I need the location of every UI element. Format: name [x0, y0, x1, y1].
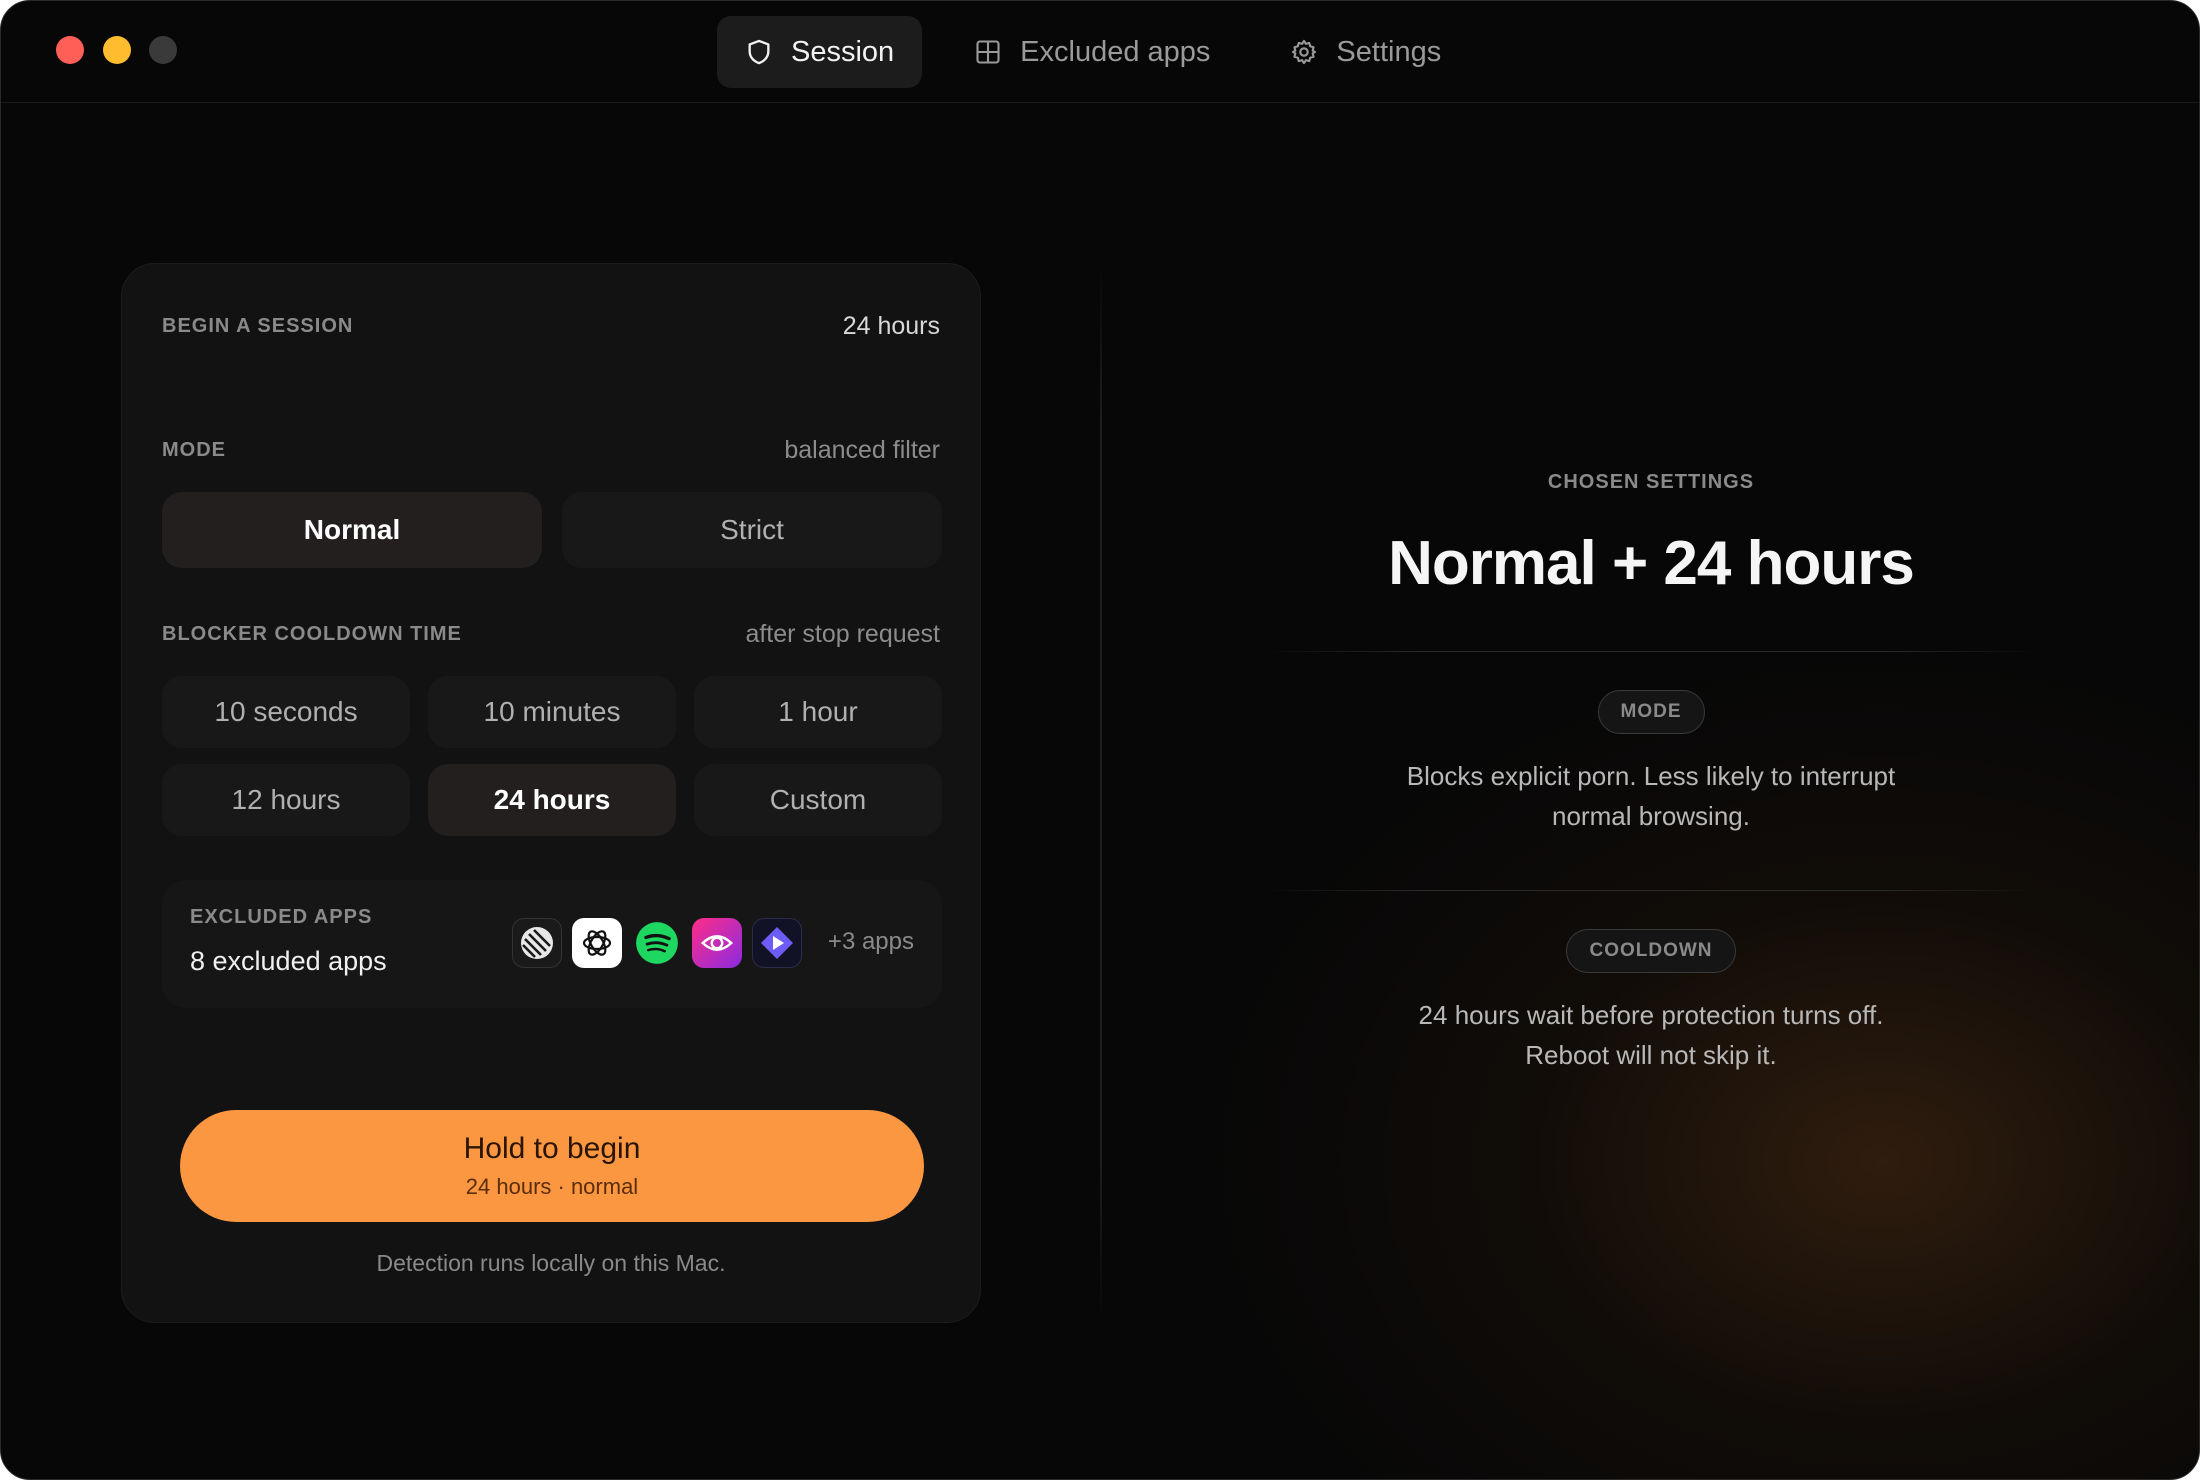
excluded-apps-label: EXCLUDED APPS: [190, 906, 373, 928]
mode-header: MODE balanced filter: [162, 436, 940, 465]
gear-icon: [1292, 39, 1317, 65]
privacy-footnote: Detection runs locally on this Mac.: [376, 1250, 726, 1276]
cooldown-description: 24 hours wait before protection turns of…: [1418, 1000, 1884, 1070]
chatgpt-app-icon: [572, 918, 622, 968]
hold-button-sublabel: 24 hours · normal: [465, 1174, 639, 1199]
eye-app-icon: [692, 918, 742, 968]
cooldown-1-hour-button[interactable]: 1 hour: [694, 676, 942, 748]
mode-pill: MODE: [1597, 690, 1705, 734]
tab-excluded-apps[interactable]: Excluded apps: [946, 16, 1238, 88]
cooldown-header: BLOCKER COOLDOWN TIME after stop request: [162, 620, 940, 649]
tab-label: Session: [791, 35, 895, 68]
cooldown-label: BLOCKER COOLDOWN TIME: [162, 623, 462, 645]
linear-app-icon: [512, 918, 562, 968]
cooldown-10-minutes-button[interactable]: 10 minutes: [428, 676, 676, 748]
mode-hint: balanced filter: [784, 436, 940, 464]
session-duration: 24 hours: [842, 312, 940, 340]
hold-to-begin-button[interactable]: Hold to begin 24 hours · normal: [180, 1110, 924, 1222]
panel-divider: [1100, 263, 1102, 1323]
tab-label: Settings: [1336, 35, 1442, 68]
tab-settings[interactable]: Settings: [1262, 16, 1469, 88]
play-app-icon: [752, 918, 802, 968]
hold-button-label: Hold to begin: [463, 1132, 641, 1165]
app-window: Session Excluded apps Settings BEGIN A S…: [0, 0, 2200, 1480]
tab-bar: Session Excluded apps Settings: [717, 16, 1469, 88]
maximize-window-button[interactable]: [149, 36, 177, 64]
excluded-apps-count: 8 excluded apps: [190, 946, 387, 976]
more-apps-count: +3 apps: [827, 928, 914, 955]
chosen-settings-title: Normal + 24 hours: [1388, 529, 1915, 598]
excluded-apps-summary[interactable]: EXCLUDED APPS 8 excluded apps +3 apps: [162, 880, 942, 1008]
shield-icon: [748, 39, 770, 65]
cooldown-hint: after stop request: [745, 620, 940, 648]
spotify-app-icon: [632, 918, 682, 968]
chosen-settings-label: CHOSEN SETTINGS: [1547, 471, 1755, 493]
chosen-settings-panel: CHOSEN SETTINGS Normal + 24 hours MODE B…: [1231, 471, 2071, 1075]
mode-description: Blocks explicit porn. Less likely to int…: [1406, 761, 1896, 831]
session-header: BEGIN A SESSION 24 hours: [162, 312, 940, 341]
cooldown-12-hours-button[interactable]: 12 hours: [162, 764, 410, 836]
cooldown-24-hours-button[interactable]: 24 hours: [428, 764, 676, 836]
cooldown-pill: COOLDOWN: [1566, 929, 1736, 973]
tab-label: Excluded apps: [1020, 35, 1211, 68]
mode-normal-button[interactable]: Normal: [162, 492, 542, 568]
cooldown-10-seconds-button[interactable]: 10 seconds: [162, 676, 410, 748]
close-window-button[interactable]: [56, 36, 84, 64]
excluded-app-icons: [512, 918, 802, 968]
session-title: BEGIN A SESSION: [162, 315, 354, 337]
session-card: BEGIN A SESSION 24 hours MODE balanced f…: [121, 263, 981, 1323]
grid-icon: [976, 40, 1000, 64]
mode-label: MODE: [162, 439, 226, 461]
title-bar: Session Excluded apps Settings: [1, 1, 2199, 103]
tab-session[interactable]: Session: [717, 16, 923, 88]
divider: [1261, 651, 2041, 652]
divider: [1261, 890, 2041, 891]
cooldown-custom-button[interactable]: Custom: [694, 764, 942, 836]
minimize-window-button[interactable]: [103, 36, 131, 64]
mode-strict-button[interactable]: Strict: [562, 492, 942, 568]
